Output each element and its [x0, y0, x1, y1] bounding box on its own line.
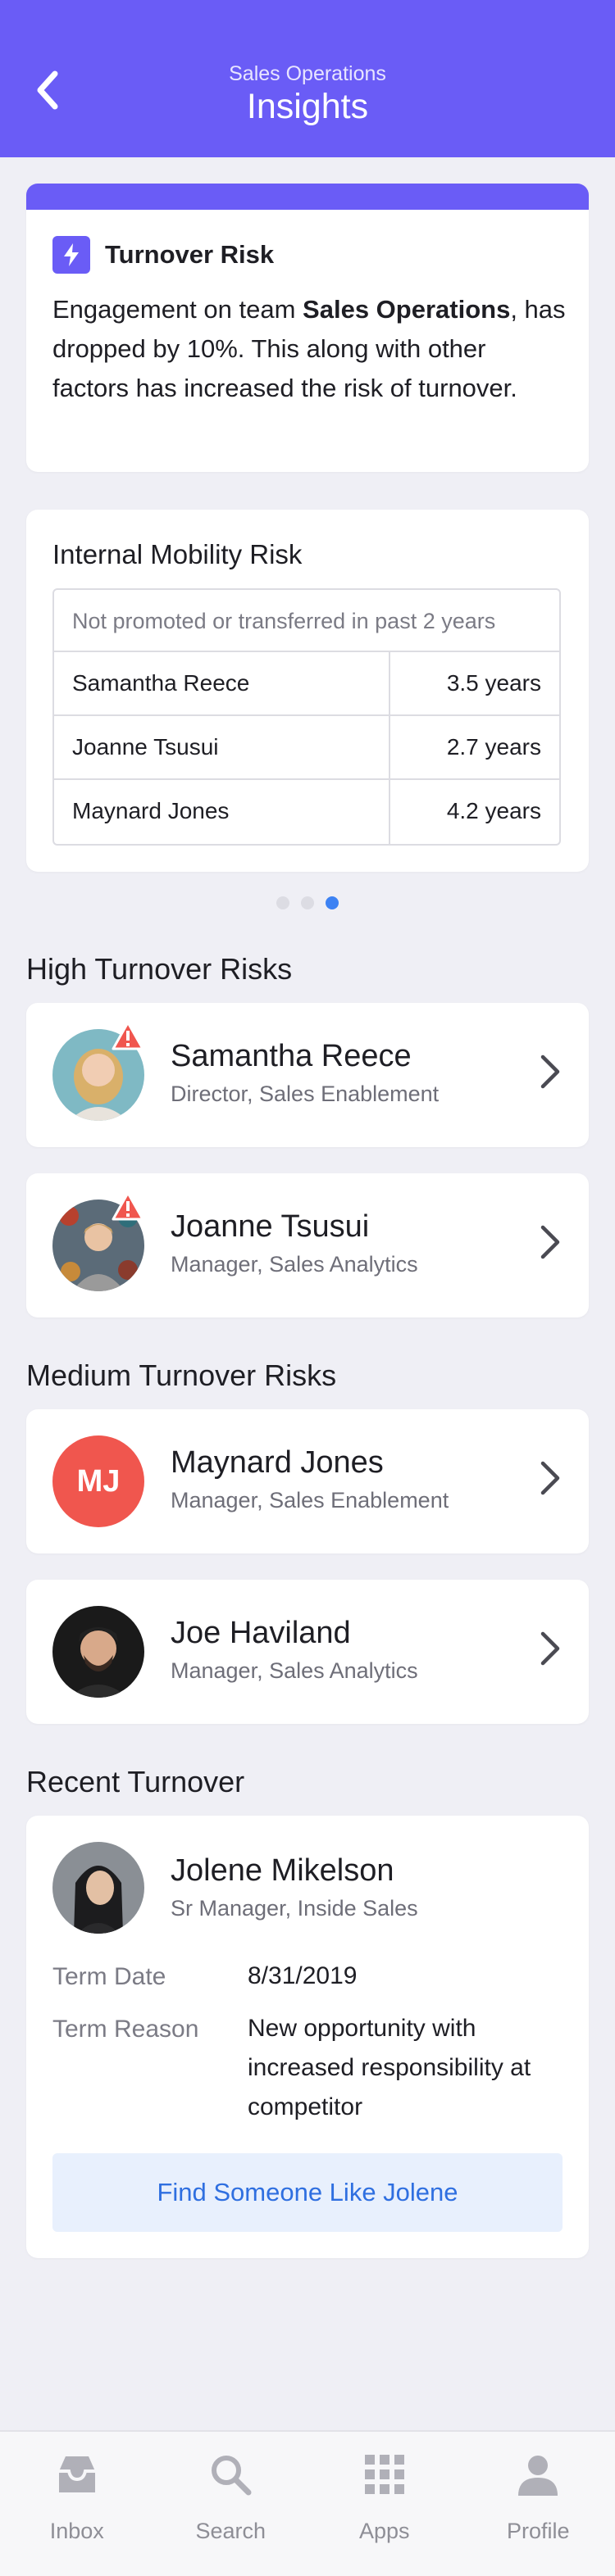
- recent-turnover-heading: Recent Turnover: [26, 1765, 245, 1798]
- card-accent-bar: [26, 184, 589, 210]
- person-role: Manager, Sales Analytics: [171, 1658, 418, 1683]
- tab-profile[interactable]: Profile: [462, 2432, 615, 2576]
- recent-turnover-card: Jolene Mikelson Sr Manager, Inside Sales…: [26, 1816, 589, 2258]
- risk-team-name: Sales Operations: [303, 295, 511, 324]
- risk-text-start: Engagement on team: [52, 295, 303, 324]
- turnover-risk-header: Turnover Risk: [52, 236, 274, 274]
- page-dot[interactable]: [276, 896, 289, 909]
- table-cell-name: Joanne Tsusui: [54, 716, 390, 778]
- bolt-icon: [52, 236, 90, 274]
- tab-label: Profile: [506, 2519, 570, 2543]
- avatar: [52, 1842, 144, 1934]
- avatar: [52, 1606, 144, 1698]
- page-dot[interactable]: [301, 896, 314, 909]
- inbox-icon: [58, 2456, 95, 2492]
- table-cell-name: Maynard Jones: [54, 780, 390, 844]
- person-card-maynard-jones[interactable]: MJ Maynard Jones Manager, Sales Enableme…: [26, 1409, 589, 1553]
- person-role: Manager, Sales Analytics: [171, 1252, 418, 1277]
- table-row: Samantha Reece 3.5 years: [54, 652, 559, 716]
- find-someone-like-button[interactable]: Find Someone Like Jolene: [52, 2153, 563, 2232]
- page-dot-active[interactable]: [326, 896, 339, 909]
- internal-mobility-card: Internal Mobility Risk Not promoted or t…: [26, 510, 589, 872]
- chevron-right-icon: [540, 1461, 560, 1495]
- person-name: Joe Haviland: [171, 1616, 351, 1650]
- carousel-page-indicator: [0, 896, 615, 909]
- mobility-table: Not promoted or transferred in past 2 ye…: [52, 588, 561, 846]
- person-card-joanne-tsusui[interactable]: Joanne Tsusui Manager, Sales Analytics: [26, 1173, 589, 1317]
- table-cell-value: 4.2 years: [446, 798, 541, 823]
- apps-grid-icon: [364, 2455, 404, 2494]
- table-row: Maynard Jones 4.2 years: [54, 780, 559, 844]
- term-reason-value: New opportunity with increased responsib…: [248, 2015, 531, 2120]
- tab-inbox[interactable]: Inbox: [0, 2432, 154, 2576]
- chevron-right-icon: [540, 1054, 560, 1089]
- bottom-tab-bar: Inbox Search Apps Profile: [0, 2430, 615, 2576]
- warning-icon: [112, 1021, 144, 1050]
- table-cell-name: Samantha Reece: [54, 652, 390, 714]
- term-reason-label: Term Reason: [52, 2016, 199, 2043]
- mobility-caption: Not promoted or transferred in past 2 ye…: [54, 590, 559, 652]
- person-card-samantha-reece[interactable]: Samantha Reece Director, Sales Enablemen…: [26, 1003, 589, 1147]
- person-name: Maynard Jones: [171, 1445, 384, 1480]
- search-icon: [212, 2456, 252, 2496]
- turnover-risk-card: Turnover Risk Engagement on team Sales O…: [26, 184, 589, 472]
- chevron-right-icon: [540, 1225, 560, 1259]
- person-card-joe-haviland[interactable]: Joe Haviland Manager, Sales Analytics: [26, 1580, 589, 1724]
- turnover-risk-text: Engagement on team Sales Operations, has…: [52, 290, 566, 408]
- person-role: Manager, Sales Enablement: [171, 1488, 449, 1512]
- term-date-label: Term Date: [52, 1963, 166, 1990]
- mobility-title: Internal Mobility Risk: [52, 539, 303, 569]
- person-role: Director, Sales Enablement: [171, 1082, 440, 1106]
- tab-apps[interactable]: Apps: [308, 2432, 462, 2576]
- person-name: Joanne Tsusui: [171, 1209, 370, 1244]
- table-cell-value: 3.5 years: [446, 670, 541, 696]
- term-date-value: 8/31/2019: [248, 1962, 358, 1989]
- app-header: Sales Operations Insights: [0, 0, 615, 157]
- person-name: Samantha Reece: [171, 1039, 412, 1073]
- page-title: Insights: [246, 87, 369, 126]
- avatar-initials: MJ: [52, 1435, 144, 1527]
- tab-label: Search: [195, 2519, 266, 2543]
- high-risks-heading: High Turnover Risks: [26, 952, 293, 986]
- person-name: Jolene Mikelson: [171, 1853, 394, 1888]
- warning-icon: [112, 1191, 144, 1221]
- header-subtitle: Sales Operations: [229, 62, 386, 85]
- tab-label: Inbox: [49, 2519, 104, 2543]
- profile-icon: [518, 2456, 558, 2496]
- table-row: Joanne Tsusui 2.7 years: [54, 716, 559, 780]
- tab-search[interactable]: Search: [154, 2432, 308, 2576]
- person-role: Sr Manager, Inside Sales: [171, 1896, 418, 1921]
- medium-risks-heading: Medium Turnover Risks: [26, 1358, 337, 1392]
- tab-label: Apps: [358, 2519, 410, 2543]
- chevron-right-icon: [540, 1631, 560, 1666]
- turnover-risk-title: Turnover Risk: [105, 240, 275, 269]
- table-cell-value: 2.7 years: [446, 734, 541, 760]
